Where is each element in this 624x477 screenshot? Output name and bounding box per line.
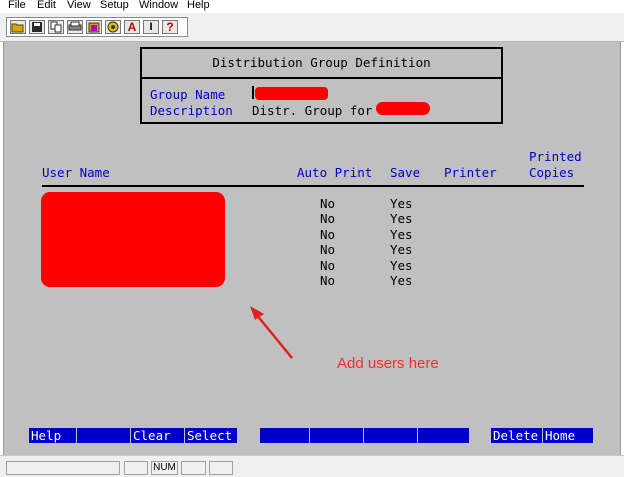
- status-bar: NUM: [0, 455, 624, 477]
- save-cell[interactable]: Yes: [390, 258, 413, 273]
- menu-file[interactable]: File: [8, 0, 26, 11]
- group-name-label: Group Name: [150, 87, 226, 102]
- save-cell[interactable]: Yes: [390, 242, 413, 257]
- auto-print-cell[interactable]: No: [320, 196, 335, 211]
- paste-icon[interactable]: [86, 20, 102, 34]
- fkey-blank-2[interactable]: [77, 428, 131, 443]
- menu-view[interactable]: View: [67, 0, 91, 11]
- auto-print-cell[interactable]: No: [320, 227, 335, 242]
- folder-open-icon[interactable]: [10, 20, 26, 34]
- menu-bar: File Edit View Setup Window Help: [0, 0, 624, 13]
- settings-icon[interactable]: [105, 20, 121, 34]
- menu-edit[interactable]: Edit: [37, 0, 56, 11]
- save-cell[interactable]: Yes: [390, 273, 413, 288]
- group-name-redaction[interactable]: [255, 87, 328, 100]
- user-name-redaction[interactable]: [41, 192, 225, 287]
- auto-print-cell[interactable]: No: [320, 242, 335, 257]
- header-divider: [42, 185, 584, 187]
- fkey-select[interactable]: Select: [185, 428, 237, 443]
- save-cell[interactable]: Yes: [390, 227, 413, 242]
- column-save: Save: [390, 165, 421, 180]
- menu-help[interactable]: Help: [187, 0, 210, 11]
- toolbar-button-group: A I ?: [6, 17, 188, 37]
- save-cell[interactable]: Yes: [390, 196, 413, 211]
- copy-icon[interactable]: [48, 20, 64, 34]
- description-redaction: [376, 102, 430, 115]
- fkey-blank-5[interactable]: [260, 428, 310, 443]
- description-label: Description: [150, 103, 233, 118]
- status-cell-caps: [124, 461, 148, 475]
- column-printed-copies-line2: Copies: [529, 165, 575, 180]
- annotation-arrow-icon: [250, 306, 293, 359]
- auto-print-cell[interactable]: No: [320, 211, 335, 226]
- page-title: Distribution Group Definition: [212, 55, 431, 70]
- fkey-clear[interactable]: Clear: [131, 428, 185, 443]
- column-printer: Printer: [444, 165, 497, 180]
- fkey-delete[interactable]: Delete: [491, 428, 543, 443]
- fkey-blank-7[interactable]: [364, 428, 418, 443]
- print-icon[interactable]: [67, 20, 83, 34]
- column-user-name: User Name: [42, 165, 110, 180]
- annotation-text: Add users here: [337, 355, 439, 372]
- status-message-cell: [6, 461, 120, 475]
- description-value[interactable]: Distr. Group for: [252, 103, 372, 118]
- save-icon[interactable]: [29, 20, 45, 34]
- status-cell-scroll: [181, 461, 206, 475]
- column-printed-copies-line1: Printed: [529, 149, 582, 164]
- help-icon[interactable]: ?: [162, 20, 178, 34]
- status-num-indicator: NUM: [151, 461, 178, 475]
- fkey-blank-6[interactable]: [310, 428, 364, 443]
- auto-print-cell[interactable]: No: [320, 258, 335, 273]
- text-size-icon[interactable]: I: [143, 20, 159, 34]
- status-cell-extra: [209, 461, 233, 475]
- column-auto-print: Auto Print: [297, 165, 373, 180]
- fkey-help[interactable]: Help: [29, 428, 77, 443]
- group-name-cursor: [252, 86, 254, 99]
- auto-print-cell[interactable]: No: [320, 273, 335, 288]
- menu-window[interactable]: Window: [139, 0, 178, 11]
- fkey-home[interactable]: Home: [543, 428, 593, 443]
- save-cell[interactable]: Yes: [390, 211, 413, 226]
- font-icon[interactable]: A: [124, 20, 140, 34]
- fkey-blank-8[interactable]: [418, 428, 469, 443]
- toolbar: A I ?: [0, 13, 624, 42]
- terminal-screen: Distribution Group Definition Group Name…: [3, 42, 621, 455]
- menu-setup[interactable]: Setup: [100, 0, 129, 11]
